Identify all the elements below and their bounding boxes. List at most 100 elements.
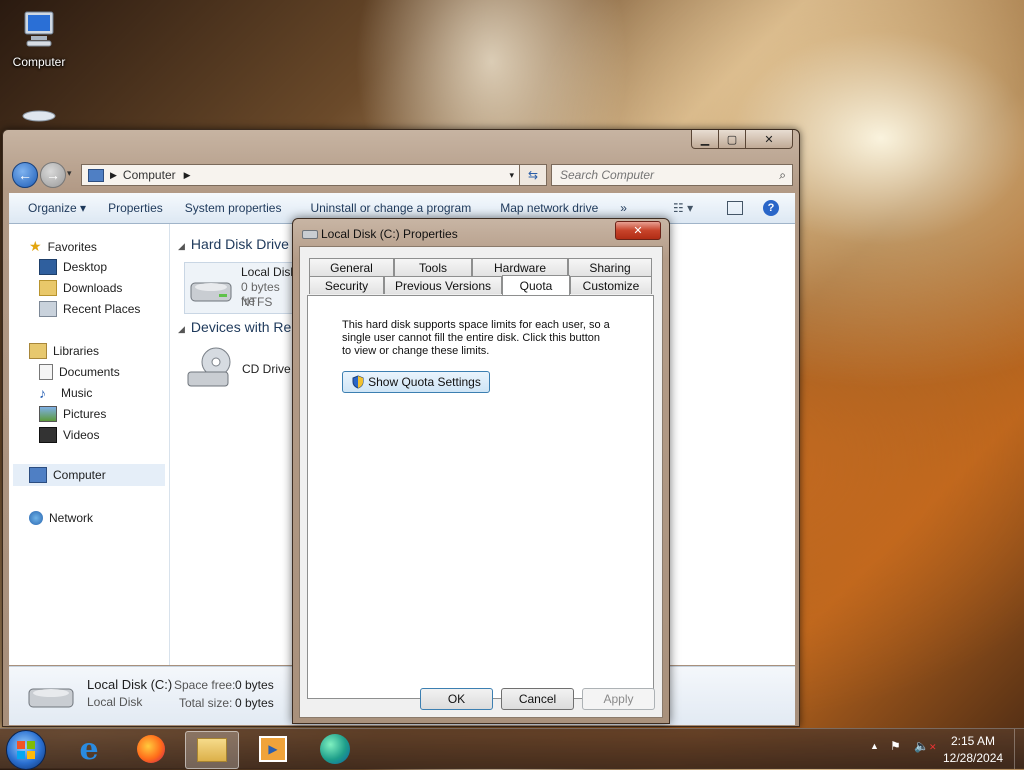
hard-drive-icon: [28, 688, 74, 708]
hdd-group-title: Hard Disk Drive: [190, 236, 289, 252]
cd-drive-name: CD Drive (: [242, 362, 298, 376]
collapse-arrow-icon: ◢: [178, 241, 185, 251]
downloads-folder-icon: [39, 280, 57, 296]
apply-button: Apply: [582, 688, 655, 710]
system-properties-button[interactable]: System properties: [174, 201, 293, 215]
firefox-icon: [137, 735, 165, 763]
internet-explorer-icon: e: [79, 731, 99, 767]
quota-tab-panel: This hard disk supports space limits for…: [307, 295, 654, 699]
folder-icon: [197, 738, 227, 762]
tab-previous-versions[interactable]: Previous Versions: [384, 276, 502, 294]
dialog-close-button[interactable]: ✕: [615, 221, 661, 240]
tab-general[interactable]: General: [309, 258, 394, 276]
organize-button[interactable]: Organize ▾: [17, 201, 97, 215]
nav-pictures[interactable]: Pictures: [39, 406, 106, 422]
nav-libraries-label: Libraries: [53, 344, 100, 358]
preview-pane-icon[interactable]: [727, 201, 743, 215]
navigation-pane: ★ Favorites Desktop Downloads Recent Pla…: [9, 224, 170, 665]
address-bar[interactable]: ▶ Computer ▶ ▾: [81, 164, 521, 186]
nav-libraries[interactable]: Libraries: [29, 343, 99, 359]
local-disk-fs: NTFS: [241, 295, 273, 309]
show-desktop-button[interactable]: [1014, 729, 1024, 769]
properties-button[interactable]: Properties: [97, 201, 174, 215]
nav-computer-label: Computer: [53, 468, 106, 482]
show-hidden-icons-button[interactable]: ▲: [870, 741, 879, 751]
address-dropdown-icon[interactable]: ▾: [509, 170, 514, 181]
nav-documents[interactable]: Documents: [39, 364, 120, 380]
action-center-icon[interactable]: ⚑: [890, 739, 901, 753]
help-icon[interactable]: ?: [763, 200, 779, 216]
start-button[interactable]: [6, 730, 46, 770]
nav-recent-places[interactable]: Recent Places: [39, 301, 140, 317]
taskbar-internet-explorer[interactable]: e: [64, 731, 114, 767]
map-network-drive-button[interactable]: Map network drive: [482, 201, 609, 215]
uninstall-program-button[interactable]: Uninstall or change a program: [292, 201, 482, 215]
tab-quota[interactable]: Quota: [502, 275, 570, 295]
refresh-button[interactable]: ⇆: [519, 164, 547, 186]
forward-button[interactable]: →: [40, 162, 66, 188]
collapse-arrow-icon: ◢: [178, 324, 185, 334]
maximize-button[interactable]: ▢: [718, 130, 746, 149]
breadcrumb-computer[interactable]: Computer: [123, 168, 176, 182]
show-quota-settings-button[interactable]: Show Quota Settings: [342, 371, 490, 393]
taskbar-firefox[interactable]: [126, 731, 176, 767]
ok-button[interactable]: OK: [420, 688, 493, 710]
desktop-icon-computer[interactable]: Computer: [4, 8, 74, 69]
videos-icon: [39, 427, 57, 443]
details-total-value: 0 bytes: [235, 696, 274, 710]
details-total-label: Total size:: [179, 696, 233, 710]
nav-favorites[interactable]: ★ Favorites: [29, 238, 97, 255]
nav-downloads[interactable]: Downloads: [39, 280, 122, 296]
removable-group-header[interactable]: ◢ Devices with Re: [178, 319, 291, 335]
removable-group-title: Devices with Re: [190, 319, 292, 335]
nav-music[interactable]: ♪ Music: [39, 385, 92, 401]
clock-time[interactable]: 2:15 AM: [951, 734, 995, 748]
tab-security[interactable]: Security: [309, 276, 384, 294]
breadcrumb-arrow-icon[interactable]: ▶: [110, 170, 117, 181]
properties-dialog[interactable]: Local Disk (C:) Properties ✕ General Too…: [292, 218, 670, 724]
details-space-free-value: 0 bytes: [235, 678, 274, 692]
nav-videos[interactable]: Videos: [39, 427, 99, 443]
close-button[interactable]: ✕: [745, 130, 793, 149]
cancel-button[interactable]: Cancel: [501, 688, 574, 710]
uac-shield-icon: [352, 375, 364, 389]
change-view-icon[interactable]: ☷ ▾: [673, 201, 693, 215]
tab-customize[interactable]: Customize: [570, 276, 652, 294]
clock-date[interactable]: 12/28/2024: [943, 751, 1003, 765]
local-disk-item[interactable]: Local Disk 0 bytes fre NTFS: [184, 262, 298, 314]
recycle-bin-icon[interactable]: [20, 110, 58, 130]
nav-music-label: Music: [61, 386, 93, 400]
breadcrumb-arrow-icon[interactable]: ▶: [184, 170, 191, 181]
nav-network-label: Network: [49, 511, 94, 525]
computer-nav-icon: [29, 467, 47, 483]
cd-drive-item[interactable]: CD Drive (: [184, 346, 298, 396]
drive-title-icon: [302, 230, 318, 239]
nav-desktop[interactable]: Desktop: [39, 259, 107, 275]
windows-logo-icon: [17, 741, 35, 759]
dialog-title: Local Disk (C:) Properties: [321, 227, 458, 241]
taskbar-file-explorer[interactable]: [185, 731, 239, 769]
hdd-group-header[interactable]: ◢ Hard Disk Drive: [178, 236, 289, 252]
minimize-button[interactable]: ▁: [691, 130, 719, 149]
volume-muted-icon[interactable]: 🔈✕: [914, 739, 937, 753]
documents-icon: [39, 364, 53, 380]
nav-recent-label: Recent Places: [63, 302, 141, 316]
pictures-icon: [39, 406, 57, 422]
nav-computer[interactable]: Computer: [13, 464, 165, 486]
search-input[interactable]: [558, 167, 772, 183]
search-icon[interactable]: ⌕: [779, 168, 786, 183]
tab-tools[interactable]: Tools: [394, 258, 472, 276]
taskbar-edge[interactable]: [310, 731, 360, 767]
nav-favorites-label: Favorites: [47, 239, 97, 254]
back-button[interactable]: ←: [12, 162, 38, 188]
nav-documents-label: Documents: [59, 365, 120, 379]
search-box[interactable]: ⌕: [551, 164, 793, 186]
tab-sharing[interactable]: Sharing: [568, 258, 652, 276]
tab-hardware[interactable]: Hardware: [472, 258, 568, 276]
hard-drive-icon: [190, 282, 232, 302]
recent-pages-dropdown-icon[interactable]: ▾: [67, 168, 72, 179]
taskbar-media-player[interactable]: ▶: [248, 731, 298, 767]
more-commands-button[interactable]: »: [609, 201, 638, 215]
nav-downloads-label: Downloads: [63, 281, 123, 295]
nav-network[interactable]: Network: [29, 511, 93, 525]
